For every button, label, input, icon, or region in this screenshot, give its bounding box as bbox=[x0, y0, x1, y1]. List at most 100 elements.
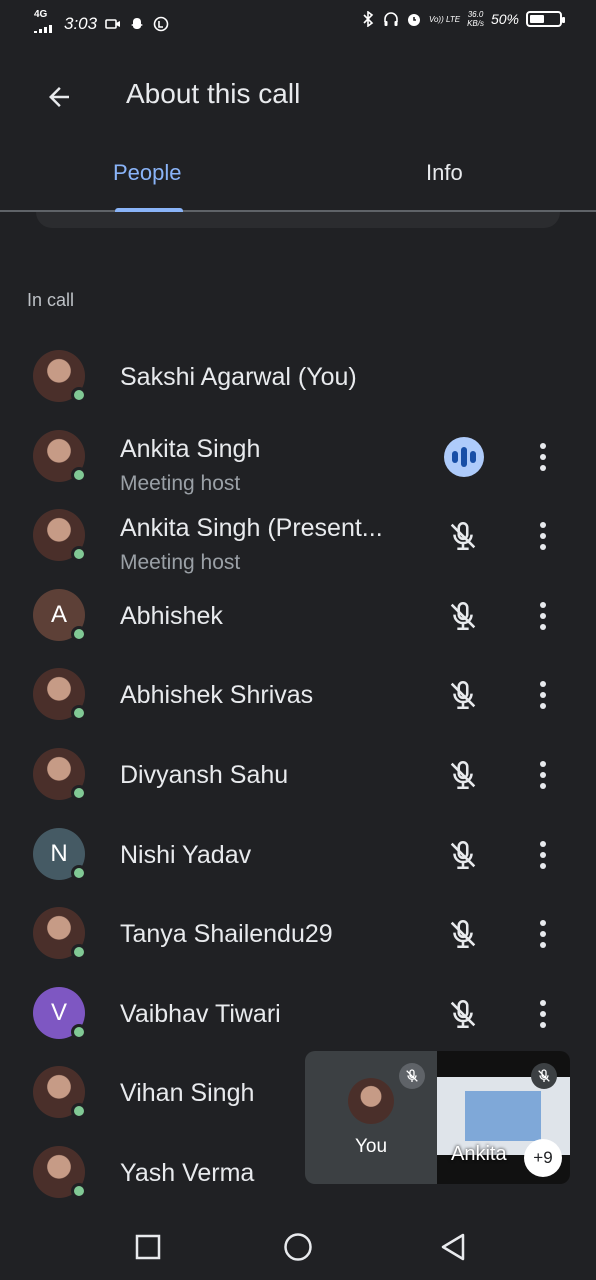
tab-people[interactable]: People bbox=[113, 160, 182, 186]
mute-status bbox=[443, 914, 483, 954]
more-vert-dot bbox=[540, 942, 546, 949]
more-options-button[interactable] bbox=[528, 675, 558, 715]
online-status-dot bbox=[71, 944, 87, 961]
speaking-indicator-icon bbox=[444, 436, 484, 477]
headphones-icon bbox=[384, 12, 398, 26]
more-vert-dot bbox=[540, 464, 546, 471]
participant-row[interactable]: V Vaibhav Tiwari bbox=[0, 974, 596, 1054]
more-vert-dot bbox=[540, 862, 546, 869]
participant-row[interactable]: Tanya Shailendu29 bbox=[0, 894, 596, 974]
mic-off-icon bbox=[450, 601, 476, 630]
screen: 4G 3:03 Vo)) LTE 36.0 KB/s 50% About thi… bbox=[0, 0, 596, 1280]
participant-row[interactable]: Abhishek Shrivas bbox=[0, 655, 596, 735]
mic-off-icon bbox=[450, 840, 476, 869]
participant-row[interactable]: Sakshi Agarwal (You) bbox=[0, 337, 596, 417]
presenter-tile-label: Ankita bbox=[451, 1143, 507, 1165]
participant-row[interactable]: A Abhishek bbox=[0, 576, 596, 656]
network-type: 4G bbox=[34, 9, 48, 20]
more-options-button[interactable] bbox=[528, 437, 558, 477]
battery-level bbox=[530, 15, 544, 23]
more-vert-dot bbox=[540, 1010, 546, 1017]
home-button[interactable] bbox=[281, 1230, 315, 1264]
muted-badge bbox=[399, 1063, 425, 1089]
mic-off-icon bbox=[450, 999, 476, 1028]
participant-info: Divyansh Sahu bbox=[120, 761, 420, 790]
participant-row[interactable]: N Nishi Yadav bbox=[0, 815, 596, 895]
video-icon bbox=[105, 19, 121, 29]
more-options-button[interactable] bbox=[528, 755, 558, 795]
audio-level-bar bbox=[461, 446, 467, 467]
more-participants-badge[interactable]: +9 bbox=[524, 1139, 562, 1177]
participant-name: Vaibhav Tiwari bbox=[120, 999, 281, 1028]
mic-off-icon bbox=[406, 1069, 418, 1082]
more-options-button[interactable] bbox=[528, 516, 558, 556]
circle-icon bbox=[284, 1233, 312, 1261]
volte-indicator: Vo)) LTE bbox=[428, 14, 461, 24]
participant-row[interactable]: Divyansh Sahu bbox=[0, 735, 596, 815]
data-saver-icon bbox=[153, 16, 169, 32]
call-preview[interactable]: You Ankita +9 bbox=[305, 1051, 570, 1184]
more-vert-dot bbox=[540, 522, 546, 529]
status-right: Vo)) LTE 36.0 KB/s 50% bbox=[360, 10, 565, 28]
participant-info: Abhishek bbox=[120, 602, 420, 631]
mic-off-icon bbox=[450, 760, 476, 789]
battery-icon bbox=[526, 11, 565, 27]
network-speed-value: 36.0 bbox=[467, 10, 484, 19]
bluetooth-icon bbox=[363, 11, 374, 27]
more-vert-dot bbox=[540, 920, 546, 927]
page-title: About this call bbox=[126, 78, 301, 109]
participant-info: Vaibhav Tiwari bbox=[120, 1000, 420, 1029]
more-vert-dot bbox=[540, 533, 546, 540]
online-status-dot bbox=[71, 1103, 87, 1120]
network-speed-unit: KB/s bbox=[467, 19, 484, 28]
participant-name: Divyansh Sahu bbox=[120, 760, 289, 789]
mic-off-icon bbox=[450, 522, 476, 551]
tab-bar: People Info bbox=[0, 150, 596, 212]
online-status-dot bbox=[71, 1023, 87, 1040]
more-vert-dot bbox=[540, 760, 546, 767]
status-bar: 4G 3:03 Vo)) LTE 36.0 KB/s 50% bbox=[0, 0, 596, 44]
more-vert-dot bbox=[540, 442, 546, 449]
participant-name: Ankita Singh bbox=[120, 434, 261, 463]
participant-row[interactable]: Ankita Singh Meeting host bbox=[0, 417, 596, 497]
participant-name: Sakshi Agarwal (You) bbox=[120, 363, 357, 391]
mute-status bbox=[443, 835, 483, 875]
section-header-in-call: In call bbox=[27, 290, 75, 310]
participant-row[interactable]: Ankita Singh (Present... Meeting host bbox=[0, 496, 596, 576]
recents-button[interactable] bbox=[131, 1230, 165, 1264]
more-vert-dot bbox=[540, 840, 546, 847]
participant-info: Ankita Singh Meeting host bbox=[120, 435, 420, 496]
participant-info: Nishi Yadav bbox=[120, 841, 420, 870]
alarm-icon bbox=[407, 14, 420, 26]
online-status-dot bbox=[71, 546, 87, 563]
self-tile-label: You bbox=[354, 1136, 388, 1157]
sheet-edge bbox=[36, 212, 560, 228]
more-options-button[interactable] bbox=[528, 914, 558, 954]
more-options-button[interactable] bbox=[528, 835, 558, 875]
nav-back-button[interactable] bbox=[436, 1230, 470, 1264]
participant-name: Ankita Singh (Present... bbox=[120, 514, 383, 543]
participant-name: Abhishek bbox=[120, 601, 223, 630]
tab-info[interactable]: Info bbox=[426, 160, 463, 186]
self-tile[interactable]: You bbox=[305, 1051, 437, 1184]
participant-name: Nishi Yadav bbox=[120, 840, 252, 869]
presenter-tile[interactable]: Ankita +9 bbox=[437, 1051, 570, 1184]
mic-off-icon bbox=[450, 920, 476, 949]
status-left: 4G 3:03 bbox=[34, 10, 169, 38]
online-status-dot bbox=[71, 784, 87, 801]
more-options-button[interactable] bbox=[528, 596, 558, 636]
more-options-button[interactable] bbox=[528, 994, 558, 1034]
signal-bars-icon bbox=[34, 25, 52, 33]
participant-name: Tanya Shailendu29 bbox=[120, 920, 333, 949]
online-status-dot bbox=[71, 387, 87, 403]
back-button[interactable] bbox=[36, 74, 82, 120]
triangle-back-icon bbox=[441, 1233, 465, 1261]
more-vert-dot bbox=[540, 771, 546, 778]
mic-off-icon bbox=[450, 681, 476, 710]
participant-role: Meeting host bbox=[120, 471, 241, 495]
shared-content bbox=[465, 1091, 541, 1141]
more-vert-dot bbox=[540, 623, 546, 630]
more-vert-dot bbox=[540, 681, 546, 688]
participant-info: Abhishek Shrivas bbox=[120, 681, 420, 710]
participant-name: Abhishek Shrivas bbox=[120, 681, 314, 710]
